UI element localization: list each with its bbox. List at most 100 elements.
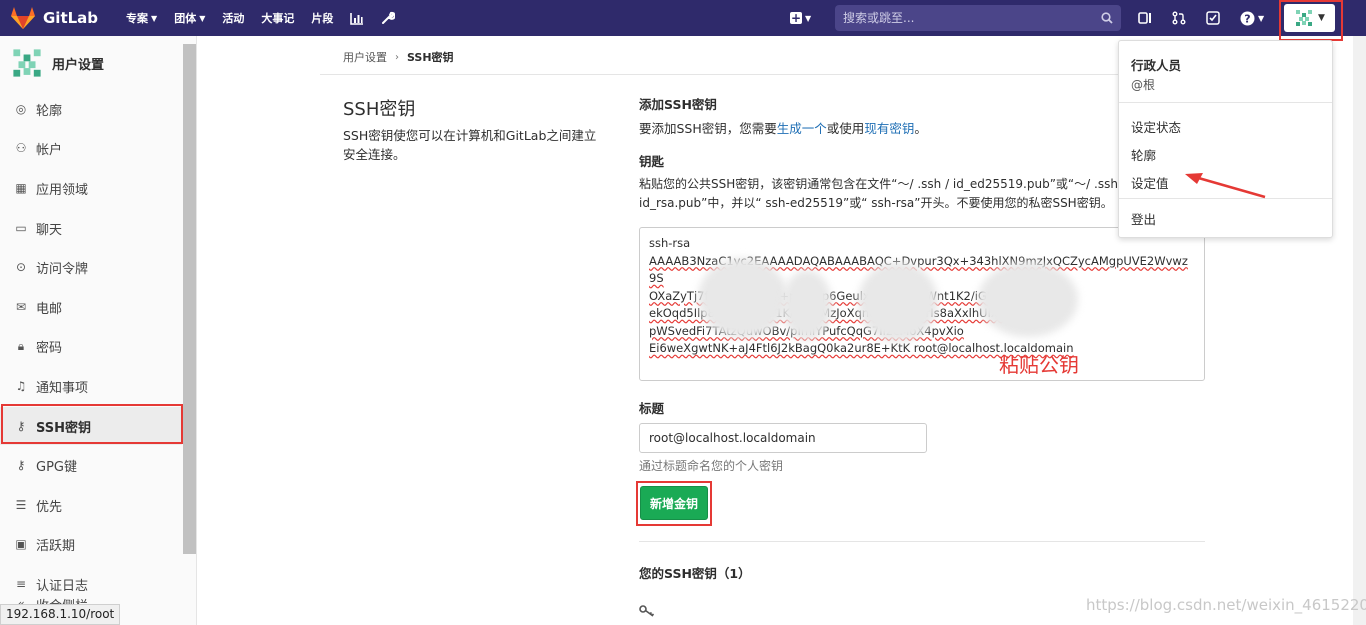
sidebar-item-chat[interactable]: ▭ 聊天	[0, 209, 182, 247]
sidebar-item-ssh-keys[interactable]: ⚷ SSH密钥	[0, 407, 182, 445]
key-icon	[639, 605, 655, 617]
redaction-blur	[782, 270, 832, 340]
mail-icon: ✉	[15, 300, 27, 314]
wrench-icon[interactable]	[381, 11, 396, 25]
sidebar-item-label: 通知事项	[36, 380, 89, 396]
help-icon[interactable]: ? ▼	[1240, 11, 1264, 26]
sidebar-item-access-tokens[interactable]: ⊙ 访问令牌	[0, 248, 182, 286]
menu-item-settings[interactable]: 设定值	[1131, 173, 1169, 192]
create-menu[interactable]: + ▼	[790, 0, 827, 36]
top-navbar: GitLab 专案▼ 团体▼ 活动 大事记 片段 +▼ ?	[0, 0, 1366, 36]
avatar	[1296, 10, 1313, 26]
user-dropdown-menu: 行政人员 @根 设定状态 轮廓 设定值 登出	[1118, 40, 1333, 238]
svg-text:?: ?	[1244, 12, 1250, 25]
sidebar-item-label: 优先	[36, 499, 63, 515]
chevron-down-icon: ▼	[805, 13, 812, 23]
search-icon[interactable]	[1101, 12, 1113, 24]
search-box	[835, 5, 1121, 31]
profile-icon: ◎	[15, 102, 27, 116]
nav-projects[interactable]: 专案 ▼	[126, 10, 157, 26]
nav-groups[interactable]: 团体 ▼	[174, 10, 205, 26]
breadcrumb-parent[interactable]: 用户设置	[343, 49, 387, 65]
redaction-blur	[858, 262, 938, 342]
sidebar-item-applications[interactable]: ▦ 应用领域	[0, 169, 182, 207]
applications-icon: ▦	[15, 181, 27, 195]
menu-item-profile[interactable]: 轮廓	[1131, 145, 1156, 164]
monitor-icon: ▣	[15, 537, 27, 551]
chevron-down-icon: ▼	[199, 13, 206, 23]
sidebar-header[interactable]: 用户设置	[0, 36, 196, 90]
sidebar-title: 用户设置	[52, 57, 105, 73]
preferences-icon: ☰	[15, 498, 27, 512]
sidebar-item-label: 活跃期	[36, 538, 76, 554]
sidebar-item-label: 聊天	[36, 222, 63, 238]
key-help-text: 粘贴您的公共SSH密钥，该密钥通常包含在文件“〜/ .ssh / id_ed25…	[639, 177, 1126, 210]
sidebar-item-label: SSH密钥	[36, 420, 92, 436]
nav-snippets[interactable]: 片段	[311, 10, 333, 26]
search-input[interactable]	[843, 11, 1093, 25]
sidebar-item-preferences[interactable]: ☰ 优先	[0, 486, 182, 524]
status-url: 192.168.1.10/root	[0, 604, 121, 625]
text-segment: 或使用	[826, 121, 865, 136]
sidebar-item-account[interactable]: ⚇ 帐户	[0, 129, 182, 167]
chevron-down-icon: ▼	[151, 13, 158, 23]
user-menu-button[interactable]: ▼	[1284, 4, 1335, 32]
title-input[interactable]	[639, 423, 927, 453]
user-name: 行政人员	[1131, 58, 1182, 73]
breadcrumb-current[interactable]: SSH密钥	[407, 49, 454, 65]
breadcrumb-divider	[320, 74, 1210, 75]
key-icon: ⚷	[16, 419, 26, 433]
menu-divider	[1119, 102, 1332, 103]
settings-sidebar: 用户设置 ◎ 轮廓 ⚇ 帐户 ▦ 应用领域 ▭ 聊天 ⊙ 访问令牌 ✉ 电邮 🔒︎ 密码 ♫ 通…	[0, 36, 197, 625]
breadcrumb: 用户设置 › SSH密钥	[343, 49, 454, 65]
add-key-button[interactable]: 新增金钥	[640, 486, 708, 520]
sidebar-item-gpg-keys[interactable]: ⚷ GPG键	[0, 446, 182, 484]
gitlab-logo[interactable]: GitLab	[10, 0, 98, 36]
new-dropdown-button[interactable]: + ▼	[790, 12, 811, 24]
avatar	[13, 49, 41, 77]
sidebar-item-emails[interactable]: ✉ 电邮	[0, 288, 182, 326]
bell-icon: ♫	[15, 379, 27, 393]
sidebar-item-label: 轮廓	[36, 103, 63, 119]
sidebar-item-label: 帐户	[36, 142, 63, 158]
sidebar-item-label: 密码	[36, 340, 63, 356]
account-icon: ⚇	[15, 141, 27, 155]
text-segment: 。	[914, 121, 927, 136]
sidebar-item-password[interactable]: 🔒︎ 密码	[0, 327, 182, 365]
key-icon: ⚷	[16, 458, 26, 472]
sidebar-item-label: 应用领域	[36, 182, 89, 198]
nav-milestones[interactable]: 大事记	[261, 10, 294, 26]
page-scrollbar[interactable]	[1353, 36, 1366, 625]
title-label: 标题	[639, 401, 665, 416]
sidebar-item-active-sessions[interactable]: ▣ 活跃期	[0, 525, 182, 563]
sidebar-scrollbar[interactable]	[183, 44, 196, 554]
chevron-down-icon: ▼	[1318, 13, 1325, 23]
token-icon: ⊙	[15, 260, 27, 274]
paste-annotation: 粘贴公钥	[999, 353, 1079, 377]
generate-key-link[interactable]: 生成一个	[777, 121, 827, 136]
merge-request-icon[interactable]	[1172, 11, 1186, 25]
nav-label: 专案	[126, 12, 149, 25]
sidebar-item-label: 电邮	[36, 301, 63, 317]
gitlab-tanuki-icon	[11, 7, 35, 29]
sidebar-item-label: 访问令牌	[36, 261, 89, 277]
lock-icon: 🔒︎	[17, 338, 25, 353]
page-description: SSH密钥使您可以在计算机和GitLab之间建立安全连接。	[343, 128, 597, 162]
logo-text: GitLab	[43, 9, 99, 27]
key-line: Ei6weXgwtNK+aJ4Ftl6J2kBagQ0ka2ur8E+KtK r…	[649, 341, 1074, 355]
menu-item-sign-out[interactable]: 登出	[1131, 209, 1156, 228]
sidebar-item-profile[interactable]: ◎ 轮廓	[0, 90, 182, 128]
sidebar-item-label: GPG键	[36, 459, 77, 475]
sidebar-item-notifications[interactable]: ♫ 通知事项	[0, 367, 182, 405]
nav-label: 团体	[174, 12, 197, 25]
chart-icon[interactable]	[350, 12, 364, 25]
menu-item-set-status[interactable]: 设定状态	[1131, 117, 1181, 136]
nav-activity[interactable]: 活动	[222, 10, 244, 26]
redaction-blur	[698, 258, 788, 338]
todo-icon[interactable]	[1206, 11, 1220, 25]
section-divider	[639, 541, 1205, 542]
issues-icon[interactable]	[1138, 11, 1152, 25]
existing-key-link[interactable]: 现有密钥	[864, 121, 914, 136]
watermark-text: https://blog.csdn.net/weixin_46152207	[1086, 596, 1366, 614]
nav-label: 活动	[222, 12, 245, 25]
